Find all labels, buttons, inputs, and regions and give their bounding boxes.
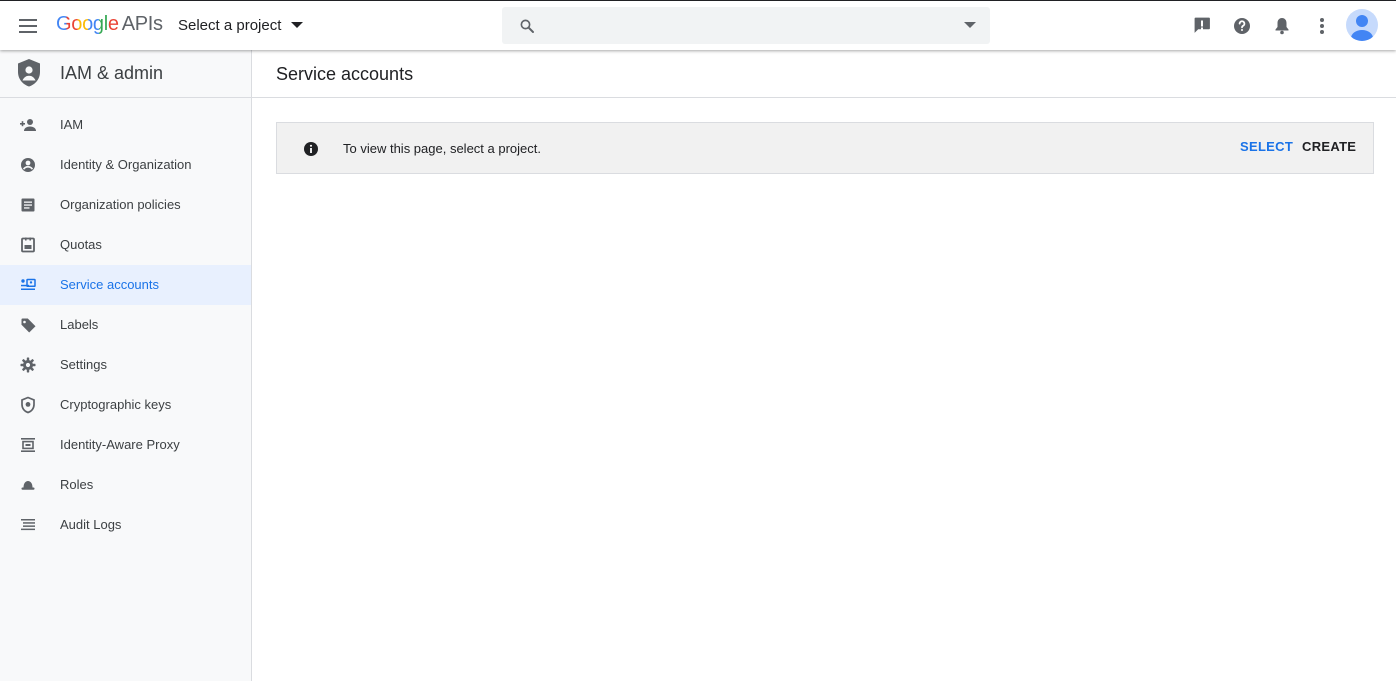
sidebar-item-quotas[interactable]: Quotas bbox=[0, 225, 251, 265]
sidebar-item-label: Settings bbox=[60, 357, 107, 372]
sidebar-item-label: Cryptographic keys bbox=[60, 397, 172, 412]
sidebar-item-identity-aware-proxy[interactable]: Identity-Aware Proxy bbox=[0, 425, 251, 465]
sidebar-item-roles[interactable]: Roles bbox=[0, 465, 251, 505]
search-input[interactable] bbox=[548, 13, 948, 37]
top-app-bar: Google APIs Select a project bbox=[0, 0, 1396, 50]
sidebar-item-identity-organization[interactable]: Identity & Organization bbox=[0, 145, 251, 185]
feedback-icon[interactable] bbox=[1190, 14, 1214, 38]
info-icon bbox=[304, 142, 318, 156]
account-circle-icon bbox=[21, 158, 35, 172]
logo-apis: APIs bbox=[121, 13, 163, 35]
google-apis-logo[interactable]: Google APIs bbox=[56, 13, 163, 36]
sidebar-nav: IAM Identity & Organization Organization… bbox=[0, 98, 251, 545]
sidebar: IAM & admin IAM Identity & Organization … bbox=[0, 50, 252, 681]
sidebar-item-label: Service accounts bbox=[60, 277, 159, 292]
service-account-icon bbox=[21, 278, 36, 290]
sidebar-item-label: Identity-Aware Proxy bbox=[60, 437, 180, 452]
sidebar-item-label: Labels bbox=[60, 317, 99, 332]
page-header: Service accounts bbox=[252, 50, 1396, 98]
sidebar-item-labels[interactable]: Labels bbox=[0, 305, 251, 345]
create-button[interactable]: CREATE bbox=[1302, 139, 1356, 154]
logo-google: Google bbox=[56, 13, 119, 35]
sidebar-item-label: Identity & Organization bbox=[60, 157, 192, 172]
shield-key-icon bbox=[21, 396, 35, 414]
sidebar-item-cryptographic-keys[interactable]: Cryptographic keys bbox=[0, 385, 251, 425]
list-lines-icon bbox=[21, 519, 35, 531]
sidebar-item-audit-logs[interactable]: Audit Logs bbox=[0, 505, 251, 545]
search-icon bbox=[520, 19, 534, 33]
iam-shield-icon bbox=[18, 59, 40, 87]
sidebar-item-label: Audit Logs bbox=[60, 517, 122, 532]
roles-hat-icon bbox=[21, 481, 35, 490]
quota-icon bbox=[21, 237, 35, 253]
notifications-bell-icon[interactable] bbox=[1270, 14, 1294, 38]
main-content: Service accounts To view this page, sele… bbox=[252, 50, 1396, 681]
gear-icon bbox=[20, 357, 36, 373]
chevron-down-icon bbox=[291, 22, 304, 29]
sidebar-item-iam[interactable]: IAM bbox=[0, 105, 251, 145]
label-tag-icon bbox=[21, 318, 36, 333]
project-picker-label: Select a project bbox=[178, 17, 282, 34]
account-avatar[interactable] bbox=[1346, 9, 1378, 41]
more-vert-icon[interactable] bbox=[1310, 14, 1334, 38]
sidebar-title: IAM & admin bbox=[60, 63, 164, 83]
hamburger-menu-icon[interactable] bbox=[16, 14, 40, 38]
page-title: Service accounts bbox=[276, 64, 414, 84]
sidebar-item-organization-policies[interactable]: Organization policies bbox=[0, 185, 251, 225]
notice-message: To view this page, select a project. bbox=[343, 141, 541, 156]
project-picker[interactable]: Select a project bbox=[178, 17, 304, 34]
search-bar[interactable] bbox=[502, 7, 990, 44]
sidebar-item-label: Roles bbox=[60, 477, 94, 492]
sidebar-item-label: Organization policies bbox=[60, 197, 181, 212]
document-list-icon bbox=[21, 198, 35, 212]
select-project-notice: To view this page, select a project. SEL… bbox=[276, 122, 1374, 174]
select-button[interactable]: SELECT bbox=[1240, 139, 1293, 154]
sidebar-item-service-accounts[interactable]: Service accounts bbox=[0, 265, 251, 305]
sidebar-header: IAM & admin bbox=[0, 50, 251, 98]
sidebar-item-settings[interactable]: Settings bbox=[0, 345, 251, 385]
help-icon[interactable] bbox=[1230, 14, 1254, 38]
sidebar-item-label: IAM bbox=[60, 117, 84, 132]
person-add-icon bbox=[20, 119, 36, 131]
user-avatar-icon bbox=[1351, 15, 1373, 41]
sidebar-item-label: Quotas bbox=[60, 237, 102, 252]
proxy-icon bbox=[21, 438, 35, 452]
search-options-chevron-icon[interactable] bbox=[964, 22, 976, 28]
